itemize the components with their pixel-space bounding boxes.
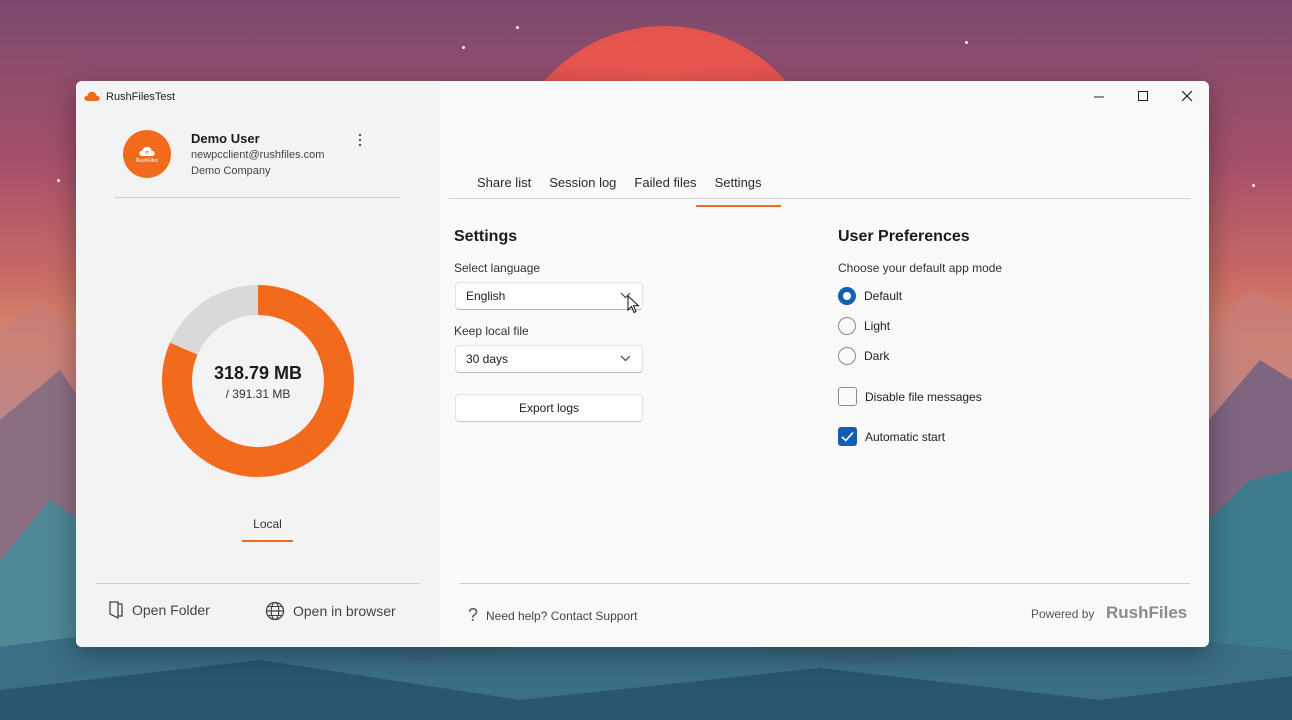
automatic-start-checkbox[interactable]: Automatic start — [838, 427, 945, 446]
keep-local-file-label: Keep local file — [454, 324, 529, 338]
close-button[interactable] — [1169, 85, 1205, 107]
user-preferences-title: User Preferences — [838, 228, 970, 245]
settings-title: Settings — [454, 228, 518, 245]
keep-local-file-select[interactable]: 30 days — [455, 345, 643, 373]
maximize-icon — [1137, 90, 1148, 101]
checkbox[interactable] — [838, 387, 857, 406]
chevron-down-icon — [620, 355, 631, 362]
tabs-divider — [449, 198, 1190, 199]
more-vertical-icon — [358, 133, 362, 147]
open-folder-button[interactable]: Open Folder — [108, 601, 210, 619]
minimize-button[interactable] — [1081, 85, 1117, 107]
radio-label: Default — [864, 289, 903, 303]
globe-icon — [265, 601, 285, 621]
language-value: English — [466, 289, 506, 303]
checkmark-icon — [841, 431, 854, 442]
tab-failed-files[interactable]: Failed files — [625, 175, 705, 199]
open-in-browser-label: Open in browser — [293, 603, 396, 619]
radio-button[interactable] — [838, 287, 856, 305]
radio-label: Light — [864, 319, 891, 333]
language-select[interactable]: English — [455, 282, 643, 310]
powered-by-label: Powered by — [1031, 607, 1095, 621]
checkbox-label: Automatic start — [865, 429, 946, 444]
folder-icon — [109, 601, 123, 619]
window-title: RushFilesTest — [106, 91, 176, 103]
user-company: Demo Company — [191, 165, 271, 177]
tab-local-indicator — [242, 540, 293, 542]
storage-total-value: / 391.31 MB — [225, 387, 291, 401]
open-in-browser-button[interactable]: Open in browser — [265, 601, 396, 621]
close-icon — [1181, 90, 1192, 101]
radio-light[interactable]: Light — [838, 317, 890, 335]
mouse-pointer-icon — [627, 295, 640, 314]
cloud-icon — [84, 91, 100, 101]
avatar-label: RushFiles — [135, 157, 159, 164]
tab-share-list[interactable]: Share list — [468, 175, 540, 199]
open-folder-label: Open Folder — [132, 602, 210, 618]
divider — [96, 583, 420, 584]
checkbox[interactable] — [838, 427, 857, 446]
radio-dark[interactable]: Dark — [838, 347, 889, 365]
contact-support-label: Need help? Contact Support — [486, 608, 638, 623]
tab-settings[interactable]: Settings — [695, 175, 781, 207]
keep-local-file-value: 30 days — [466, 352, 509, 366]
rushfiles-logo-icon — [139, 146, 155, 156]
title-bar: RushFilesTest — [76, 81, 1209, 111]
avatar: RushFiles — [123, 130, 171, 178]
language-label: Select language — [454, 261, 541, 275]
divider — [459, 583, 1190, 584]
radio-label: Dark — [864, 349, 890, 363]
divider — [114, 197, 401, 198]
minimize-icon — [1093, 96, 1104, 97]
contact-support-link[interactable]: ? Need help? Contact Support — [468, 605, 637, 626]
app-window: RushFilesTest RushFiles Demo User newpcc… — [76, 81, 1209, 647]
tab-session-log[interactable]: Session log — [540, 175, 625, 199]
radio-button[interactable] — [838, 347, 856, 365]
radio-button[interactable] — [838, 317, 856, 335]
disable-file-messages-checkbox[interactable]: Disable file messages — [838, 387, 982, 406]
app-mode-label: Choose your default app mode — [838, 261, 1003, 275]
more-options-button[interactable] — [358, 133, 362, 150]
question-mark-icon: ? — [468, 605, 479, 625]
user-name: Demo User — [191, 131, 260, 146]
tab-local[interactable]: Local — [242, 517, 293, 531]
brand-logo-text: RushFiles — [1106, 603, 1188, 622]
user-email: newpcclient@rushfiles.com — [191, 149, 325, 161]
storage-used-value: 318.79 MB — [213, 363, 303, 383]
radio-default[interactable]: Default — [838, 287, 902, 305]
checkbox-label: Disable file messages — [865, 389, 982, 404]
export-logs-button[interactable]: Export logs — [455, 394, 643, 422]
maximize-button[interactable] — [1125, 85, 1161, 107]
main-tabs: Share list Session log Failed files Sett… — [468, 175, 781, 207]
